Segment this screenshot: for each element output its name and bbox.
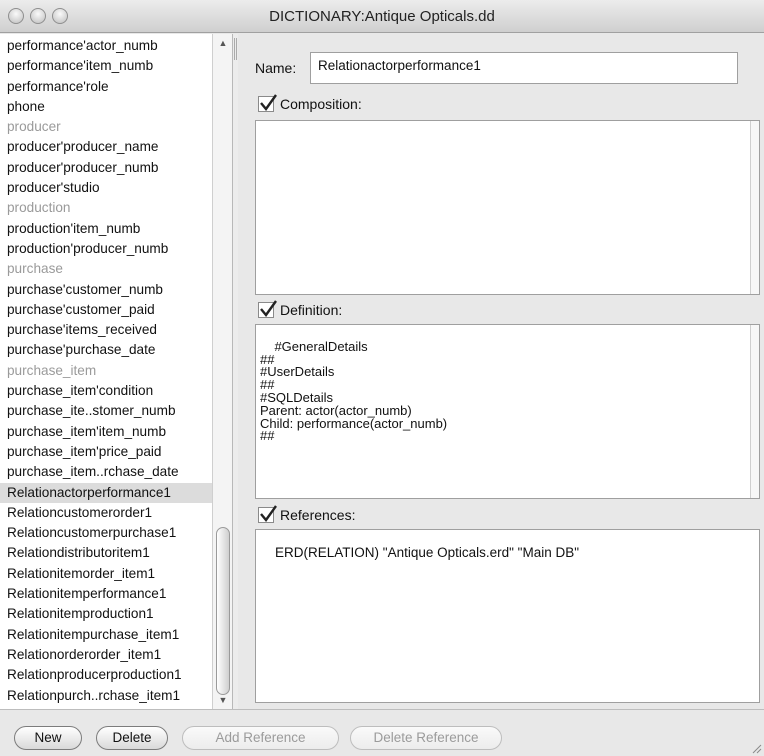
list-item[interactable]: Relationdistributoritem1 <box>0 543 212 563</box>
scroll-down-arrow-icon[interactable]: ▼ <box>216 693 230 707</box>
list-item[interactable]: purchase <box>0 259 212 279</box>
list-item[interactable]: Relationproducerproduction1 <box>0 665 212 685</box>
checkmark-icon <box>260 300 277 317</box>
list-item[interactable]: purchase_ite..stomer_numb <box>0 401 212 421</box>
definition-textarea[interactable]: #GeneralDetails ## #UserDetails ## #SQLD… <box>255 324 760 499</box>
composition-checkbox[interactable] <box>258 94 277 112</box>
dictionary-entry-list: performance'actor_numb performance'item_n… <box>0 34 233 709</box>
list-item[interactable]: purchase'items_received <box>0 320 212 340</box>
list-item[interactable]: purchase_item <box>0 361 212 381</box>
list-item[interactable]: purchase'customer_numb <box>0 280 212 300</box>
list-item[interactable]: purchase_item'condition <box>0 381 212 401</box>
list-item[interactable]: Relationitemorder_item1 <box>0 564 212 584</box>
list-item[interactable]: Relationitemproduction1 <box>0 604 212 624</box>
list-item[interactable]: production <box>0 198 212 218</box>
list-item[interactable]: purchase_item..rchase_date <box>0 462 212 482</box>
resize-grip-icon[interactable] <box>750 742 762 754</box>
definition-text: #GeneralDetails ## #UserDetails ## #SQLD… <box>260 338 448 444</box>
delete-button[interactable]: Delete <box>96 726 168 750</box>
composition-label: Composition: <box>280 96 362 112</box>
checkmark-icon <box>260 94 277 111</box>
scroll-thumb[interactable] <box>216 527 230 695</box>
list-scrollbar[interactable]: ▲ ▼ <box>212 34 232 709</box>
list-item[interactable]: Relationpurch..rchase_item1 <box>0 686 212 706</box>
title-bar: DICTIONARY:Antique Opticals.dd <box>0 0 764 33</box>
button-bar: New Delete Add Reference Delete Referenc… <box>0 709 764 756</box>
list-item[interactable]: Relationitempurchase_item1 <box>0 625 212 645</box>
list-item[interactable]: Relationcustomerorder1 <box>0 503 212 523</box>
name-field[interactable]: Relationactorperformance1 <box>310 52 738 84</box>
list-item[interactable]: performance'role <box>0 77 212 97</box>
composition-textarea[interactable] <box>255 120 760 295</box>
references-checkbox[interactable] <box>258 505 277 523</box>
references-label: References: <box>280 507 356 523</box>
list-item[interactable]: Relationorderorder_item1 <box>0 645 212 665</box>
definition-scrollbar[interactable] <box>750 325 759 498</box>
references-textarea[interactable]: ERD(RELATION) "Antique Opticals.erd" "Ma… <box>255 529 760 703</box>
list-item[interactable]: purchase'customer_paid <box>0 300 212 320</box>
list-item[interactable]: purchase'purchase_date <box>0 340 212 360</box>
splitter-grip-icon <box>234 38 237 60</box>
list-item[interactable]: producer'producer_numb <box>0 158 212 178</box>
list-item[interactable]: Relationcustomerpurchase1 <box>0 523 212 543</box>
add-reference-button[interactable]: Add Reference <box>182 726 339 750</box>
list-item[interactable]: Relationitemperformance1 <box>0 584 212 604</box>
list-item[interactable]: purchase_item'price_paid <box>0 442 212 462</box>
name-label: Name: <box>255 60 297 76</box>
composition-scrollbar[interactable] <box>750 121 759 294</box>
entry-list-items: performance'actor_numb performance'item_n… <box>0 36 212 706</box>
scroll-up-arrow-icon[interactable]: ▲ <box>216 36 230 50</box>
new-button[interactable]: New <box>14 726 82 750</box>
list-item[interactable]: phone <box>0 97 212 117</box>
list-item[interactable]: producer <box>0 117 212 137</box>
list-item[interactable]: purchase_item'item_numb <box>0 422 212 442</box>
list-item[interactable]: Relationactorperformance1 <box>0 482 212 503</box>
delete-reference-button[interactable]: Delete Reference <box>350 726 502 750</box>
entry-detail-panel: Name: Relationactorperformance1 Composit… <box>238 34 764 709</box>
definition-label: Definition: <box>280 302 343 318</box>
list-item[interactable]: production'item_numb <box>0 219 212 239</box>
list-item[interactable]: performance'item_numb <box>0 56 212 76</box>
references-text: ERD(RELATION) "Antique Opticals.erd" "Ma… <box>275 544 580 560</box>
list-item[interactable]: producer'producer_name <box>0 137 212 157</box>
window-title: DICTIONARY:Antique Opticals.dd <box>269 8 495 25</box>
list-item[interactable]: performance'actor_numb <box>0 36 212 56</box>
list-item[interactable]: producer'studio <box>0 178 212 198</box>
list-item[interactable]: production'producer_numb <box>0 239 212 259</box>
checkmark-icon <box>260 505 277 522</box>
definition-checkbox[interactable] <box>258 300 277 318</box>
